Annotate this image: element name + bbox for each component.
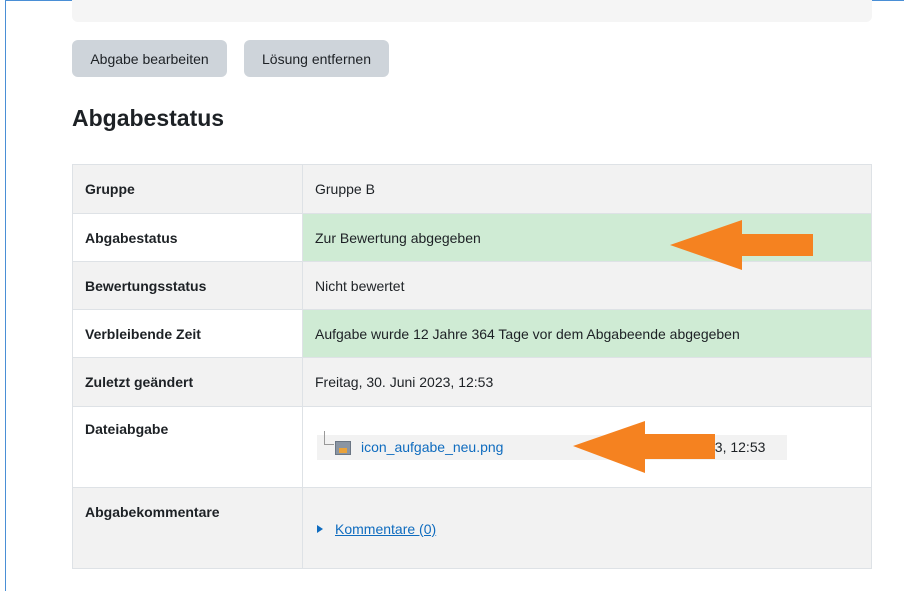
- comments-label: Abgabekommentare: [72, 487, 303, 569]
- table-row-last-modified: Zuletzt geändert Freitag, 30. Juni 2023,…: [72, 357, 872, 407]
- table-row-group: Gruppe Gruppe B: [72, 164, 872, 214]
- edit-submission-button[interactable]: Abgabe bearbeiten: [72, 40, 227, 77]
- last-modified-label: Zuletzt geändert: [72, 357, 303, 407]
- group-value: Gruppe B: [302, 164, 872, 214]
- previous-section-box: [72, 0, 872, 22]
- file-entry: icon_aufgabe_neu.png 23, 12:53: [317, 431, 787, 460]
- group-label: Gruppe: [72, 164, 303, 214]
- image-file-icon: [335, 441, 351, 455]
- file-link[interactable]: icon_aufgabe_neu.png: [361, 439, 503, 455]
- table-row-file-submission: Dateiabgabe icon_aufgabe_neu.png 23, 12:…: [72, 406, 872, 488]
- table-row-time-remaining: Verbleibende Zeit Aufgabe wurde 12 Jahre…: [72, 309, 872, 358]
- comments-cell: Kommentare (0): [302, 487, 872, 569]
- tree-connector: [324, 431, 334, 445]
- section-title: Abgabestatus: [72, 105, 225, 131]
- comments-link-label: Kommentare (0): [335, 521, 437, 537]
- window-border-left: [5, 0, 6, 591]
- file-submission-label: Dateiabgabe: [72, 406, 303, 488]
- table-row-comments: Abgabekommentare Kommentare (0): [72, 487, 872, 569]
- comments-toggle-link[interactable]: Kommentare (0): [317, 521, 859, 537]
- time-remaining-label: Verbleibende Zeit: [72, 309, 303, 358]
- remove-submission-button[interactable]: Lösung entfernen: [244, 40, 389, 77]
- caret-right-icon: [317, 525, 323, 533]
- orange-arrow-left-icon: [670, 220, 813, 270]
- orange-arrow-left-icon: [573, 421, 715, 473]
- last-modified-value: Freitag, 30. Juni 2023, 12:53: [302, 357, 872, 407]
- grading-status-label: Bewertungsstatus: [72, 261, 303, 310]
- time-remaining-value: Aufgabe wurde 12 Jahre 364 Tage vor dem …: [302, 309, 872, 358]
- submission-status-label: Abgabestatus: [72, 213, 303, 262]
